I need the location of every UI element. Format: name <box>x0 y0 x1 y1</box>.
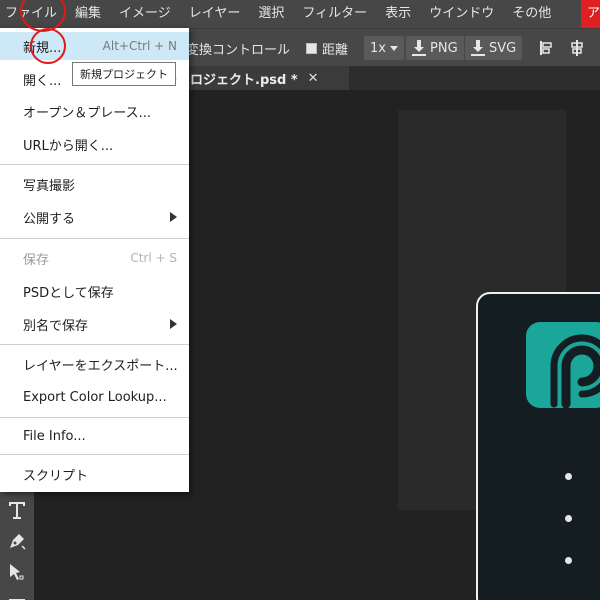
menu-divider <box>0 417 189 418</box>
menu-item-script[interactable]: スクリプト <box>0 460 189 488</box>
menu-item-label: File Info... <box>23 428 86 444</box>
menu-view[interactable]: 表示 <box>376 0 420 28</box>
zoom-select[interactable]: 1x <box>364 36 404 60</box>
close-icon[interactable]: ✕ <box>308 71 319 86</box>
file-menu-dropdown: 新規... Alt+Ctrl + N 開く... O オープン＆プレース... … <box>0 28 189 492</box>
menu-item-label: スクリプト <box>23 468 89 484</box>
menu-item-take-photo[interactable]: 写真撮影 <box>0 170 189 198</box>
menu-item-export-layers[interactable]: レイヤーをエクスポート... <box>0 350 189 378</box>
submenu-arrow-icon <box>170 212 177 222</box>
menu-item-save-as[interactable]: 別名で保存 <box>0 310 189 338</box>
menu-divider <box>0 454 189 455</box>
menu-divider <box>0 238 189 239</box>
menu-item-label: 公開する <box>23 211 76 227</box>
pen-tool-icon[interactable] <box>5 529 29 553</box>
menu-item-export-color-lookup[interactable]: Export Color Lookup... <box>0 383 189 411</box>
menu-item-shortcut: Alt+Ctrl + N <box>102 39 177 53</box>
distance-label: 距離 <box>322 42 349 58</box>
chevron-down-icon <box>389 45 398 51</box>
menu-item-label: オープン＆プレース... <box>23 105 151 121</box>
photopea-logo-icon <box>526 322 600 409</box>
path-select-icon[interactable] <box>5 560 29 584</box>
transform-controls-label[interactable]: 変換コントロール <box>186 29 290 67</box>
download-icon <box>471 40 485 56</box>
menu-item-label: 開く... <box>23 73 62 89</box>
menu-item-open-place[interactable]: オープン＆プレース... <box>0 97 189 125</box>
menu-item-label: PSDとして保存 <box>23 285 114 301</box>
menu-image[interactable]: イメージ <box>110 0 180 28</box>
menu-bar: ファイル 編集 イメージ レイヤー 選択 フィルター 表示 ウインドウ その他 … <box>0 0 600 28</box>
text-tool-icon[interactable] <box>5 498 29 522</box>
submenu-arrow-icon <box>170 319 177 329</box>
menu-item-save[interactable]: 保存 Ctrl + S <box>0 244 189 272</box>
png-label: PNG <box>430 40 458 56</box>
menu-filter[interactable]: フィルター <box>293 0 376 28</box>
svg-label: SVG <box>489 40 517 56</box>
align-left-icon[interactable] <box>538 29 556 67</box>
download-icon <box>412 40 426 56</box>
menu-item-file-info[interactable]: File Info... <box>0 422 189 450</box>
export-svg-button[interactable]: SVG <box>465 36 523 60</box>
shape-tool-icon[interactable] <box>5 590 29 600</box>
align-center-icon[interactable] <box>568 29 586 67</box>
annotation-circle <box>30 28 66 64</box>
menu-item-label: 保存 <box>23 252 50 268</box>
menu-item-new[interactable]: 新規... Alt+Ctrl + N <box>0 32 189 60</box>
list-bullet <box>565 557 572 564</box>
menu-account[interactable]: ア <box>580 0 600 28</box>
tooltip: 新規プロジェクト <box>72 62 176 86</box>
document-tab[interactable]: ロジェクト.psd * ✕ <box>184 66 349 90</box>
menu-item-label: Export Color Lookup... <box>23 389 167 405</box>
list-bullet <box>565 473 572 480</box>
zoom-value: 1x <box>370 40 386 56</box>
menu-more[interactable]: その他 <box>503 0 560 28</box>
menu-item-label: レイヤーをエクスポート... <box>23 358 178 374</box>
menu-window[interactable]: ウインドウ <box>420 0 503 28</box>
menu-item-label: URLから開く... <box>23 138 114 154</box>
menu-edit[interactable]: 編集 <box>66 0 110 28</box>
menu-layer[interactable]: レイヤー <box>180 0 250 28</box>
menu-divider <box>0 344 189 345</box>
list-bullet <box>565 515 572 522</box>
menu-select[interactable]: 選択 <box>249 0 293 28</box>
menu-item-label: 別名で保存 <box>23 318 89 334</box>
distance-option[interactable]: 距離 <box>306 29 348 67</box>
menu-item-label: 写真撮影 <box>23 178 76 194</box>
menu-item-open-url[interactable]: URLから開く... <box>0 130 189 158</box>
menu-item-save-psd[interactable]: PSDとして保存 <box>0 277 189 305</box>
menu-item-publish[interactable]: 公開する <box>0 203 189 231</box>
menu-divider <box>0 164 189 165</box>
tab-title: ロジェクト.psd * <box>190 72 298 88</box>
menu-item-shortcut: Ctrl + S <box>130 251 177 265</box>
export-png-button[interactable]: PNG <box>406 36 464 60</box>
distance-checkbox[interactable] <box>306 42 317 54</box>
